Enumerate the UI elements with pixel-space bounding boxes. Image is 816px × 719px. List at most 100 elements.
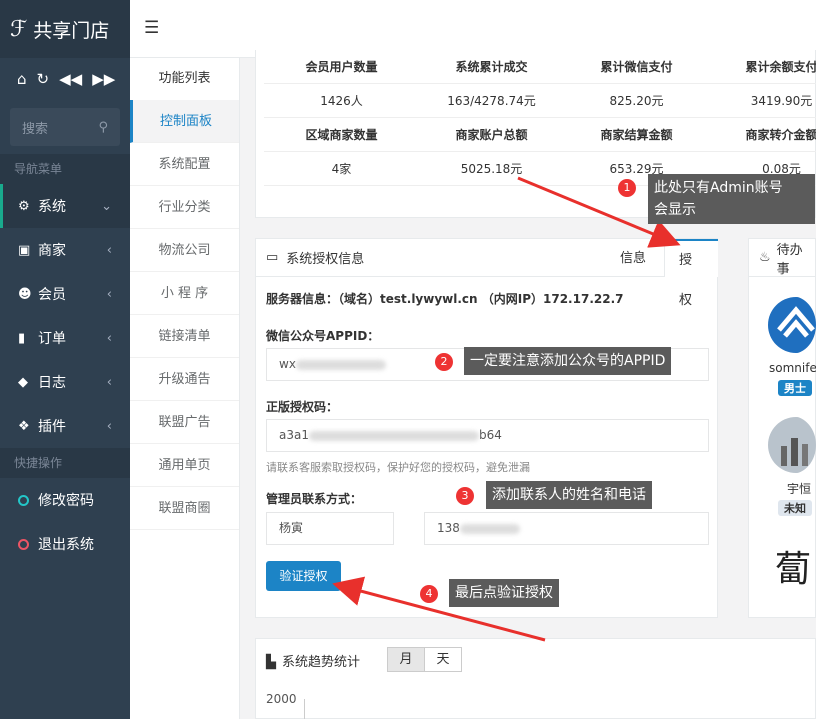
appid-value: wx — [279, 357, 296, 371]
submenu-item[interactable]: 链接清单 — [130, 315, 239, 358]
sidebar-item-system[interactable]: ⚙ 系统 ⌄ — [0, 184, 130, 228]
chevron-down-icon: ⌄ — [101, 198, 112, 214]
contact-phone-input[interactable]: 138 — [424, 512, 709, 545]
stat-header: 商家结算金额 — [564, 118, 709, 152]
users-icon: ☻ — [18, 286, 32, 302]
chevron-left-icon: ‹ — [106, 374, 112, 390]
forward-icon[interactable]: ▶▶ — [92, 70, 115, 88]
y-axis-line — [304, 699, 305, 719]
quick-section-label: 快捷操作 — [0, 448, 130, 478]
callout-note: 最后点验证授权 — [449, 579, 559, 607]
logo-icon: ℱ — [10, 16, 28, 42]
sidebar-item-label: 商家 — [38, 243, 66, 259]
redacted-mark — [295, 359, 386, 370]
submenu-item[interactable]: 行业分类 — [130, 186, 239, 229]
gender-badge: 男士 — [778, 380, 812, 396]
circle-icon — [18, 494, 29, 506]
submenu-item[interactable]: 小 程 序 — [130, 272, 239, 315]
bookmark-icon: ▮ — [18, 330, 26, 346]
chevron-left-icon: ‹ — [106, 330, 112, 346]
appid-label: 微信公众号APPID： — [266, 329, 380, 343]
refresh-icon[interactable]: ↻ — [37, 70, 50, 88]
search-icon[interactable]: ⚲ — [98, 120, 108, 135]
callout-note: 一定要注意添加公众号的APPID — [464, 347, 672, 375]
bar-chart-icon: ▙ — [266, 655, 276, 670]
submenu-item[interactable]: 系统配置 — [130, 143, 239, 186]
function-list: 功能列表 控制面板 系统配置 行业分类 物流公司 小 程 序 链接清单 升级通告… — [130, 58, 240, 719]
menu-toggle-icon[interactable]: ☰ — [144, 18, 159, 38]
sidebar-item-member[interactable]: ☻ 会员 ‹ — [0, 272, 130, 316]
submenu-item[interactable]: 联盟商圈 — [130, 487, 239, 530]
submenu-item[interactable]: 联盟广告 — [130, 401, 239, 444]
stat-header: 累计余额支付 — [709, 50, 816, 84]
logo[interactable]: ℱ 共享门店 — [0, 0, 130, 58]
stat-header: 累计微信支付 — [564, 50, 709, 84]
stat-header: 区域商家数量 — [264, 118, 419, 152]
auth-code-value: a3a1 — [279, 428, 309, 442]
circle-icon — [18, 538, 29, 550]
chevron-left-icon: ‹ — [106, 286, 112, 302]
avatar[interactable] — [767, 296, 816, 354]
avatar[interactable] — [767, 416, 816, 474]
sidebar-item-order[interactable]: ▮ 订单 ‹ — [0, 316, 130, 360]
trend-panel: ▙ 系统趋势统计 月 天 2000 — [255, 638, 816, 719]
stat-value: 825.20元 — [564, 84, 709, 118]
stat-value: 1426人 — [264, 84, 419, 118]
tab-month[interactable]: 月 — [387, 647, 425, 672]
sidebar-item-label: 系统 — [38, 199, 66, 215]
auth-panel: ▭ 系统授权信息 信息 授权 服务器信息：（域名）test.lywywl.cn … — [255, 238, 718, 618]
tab-info[interactable]: 信息 — [606, 239, 660, 277]
submenu-item[interactable]: 通用单页 — [130, 444, 239, 487]
inbox-icon: ▭ — [266, 250, 279, 265]
auth-code-tail: b64 — [478, 428, 502, 442]
gear-icon: ⚙ — [18, 198, 30, 214]
stat-value: 5025.18元 — [419, 152, 564, 186]
stat-header: 商家转介金额 — [709, 118, 816, 152]
auth-code-hint: 请联系客服索取授权码，保护好您的授权码，避免泄漏 — [266, 461, 530, 474]
callout-note: 此处只有Admin账号 会显示 — [648, 174, 815, 224]
sidebar-item-label: 日志 — [38, 375, 66, 391]
stat-value: 3419.90元 — [709, 84, 816, 118]
todo-panel-title: 待办事 — [776, 242, 803, 277]
verify-auth-button[interactable]: 验证授权 — [266, 561, 341, 591]
stat-value: 163/4278.74元 — [419, 84, 564, 118]
sidebar-search[interactable]: 搜索 ⚲ — [10, 108, 120, 146]
sidebar-item-label: 订单 — [38, 331, 66, 347]
contact-label: 管理员联系方式： — [266, 492, 363, 506]
home-icon[interactable]: ⌂ — [17, 70, 27, 88]
sidebar: ℱ 共享门店 ⌂ ↻ ◀◀ ▶▶ 搜索 ⚲ 导航菜单 ⚙ 系统 ⌄ ▣ 商家 ‹… — [0, 0, 130, 719]
sidebar-item-log[interactable]: ◆ 日志 ‹ — [0, 360, 130, 404]
server-info: 服务器信息：（域名）test.lywywl.cn （内网IP）172.17.22… — [266, 292, 624, 306]
auth-panel-title: 系统授权信息 — [286, 252, 365, 267]
sidebar-item-plugin[interactable]: ❖ 插件 ‹ — [0, 404, 130, 448]
stat-value: 4家 — [264, 152, 419, 186]
stat-header: 商家账户总额 — [419, 118, 564, 152]
function-list-title: 功能列表 — [158, 71, 211, 86]
user-name: 宇恒 — [787, 482, 812, 496]
tab-auth[interactable]: 授权 — [664, 239, 718, 308]
search-input[interactable]: 搜索 — [22, 118, 48, 137]
submenu-item[interactable]: 物流公司 — [130, 229, 239, 272]
user-name: somnife. — [769, 361, 816, 375]
sidebar-item-change-password[interactable]: 修改密码 — [0, 478, 130, 522]
submenu-item[interactable]: 升级通告 — [130, 358, 239, 401]
contact-name-input[interactable]: 杨寅 — [266, 512, 394, 545]
sidebar-item-label: 会员 — [38, 287, 66, 303]
briefcase-icon: ▣ — [18, 242, 31, 258]
tab-day[interactable]: 天 — [424, 647, 462, 672]
callout-note: 添加联系人的姓名和电话 — [486, 481, 652, 509]
avatar-calligraphy[interactable]: 蔔 — [775, 540, 811, 592]
callout-number: 1 — [618, 179, 636, 197]
auth-code-label: 正版授权码： — [266, 400, 339, 414]
sidebar-item-merchant[interactable]: ▣ 商家 ‹ — [0, 228, 130, 272]
auth-code-input[interactable]: a3a1 b64 — [266, 419, 709, 452]
submenu-item[interactable]: 控制面板 — [130, 100, 239, 143]
chevron-left-icon: ‹ — [106, 418, 112, 434]
cubes-icon: ❖ — [18, 418, 30, 434]
sidebar-item-label: 退出系统 — [38, 537, 94, 553]
backward-icon[interactable]: ◀◀ — [59, 70, 82, 88]
sidebar-item-logout[interactable]: 退出系统 — [0, 522, 130, 566]
stat-header: 系统累计成交 — [419, 50, 564, 84]
avatar-somnife — [768, 297, 816, 353]
callout-number: 2 — [435, 353, 453, 371]
